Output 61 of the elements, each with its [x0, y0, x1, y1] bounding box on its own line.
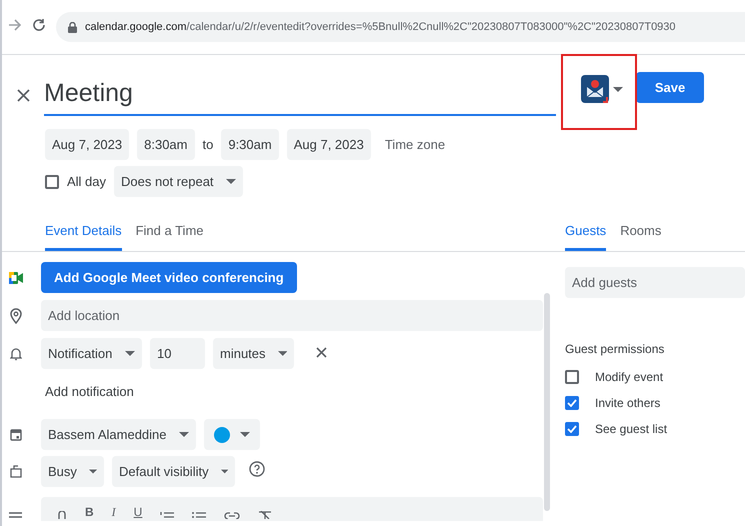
- notification-unit-dropdown[interactable]: minutes: [213, 338, 294, 369]
- tab[interactable]: Find a Time: [136, 213, 204, 251]
- briefcase-icon: [10, 465, 22, 478]
- checkbox[interactable]: [565, 370, 579, 384]
- caret-icon: [226, 179, 236, 184]
- bell-icon: [10, 346, 22, 360]
- checkbox[interactable]: [45, 174, 59, 188]
- save-button[interactable]: Save: [636, 72, 704, 103]
- all-day-label: All day: [67, 174, 106, 189]
- notification-type-dropdown[interactable]: Notification: [41, 338, 142, 369]
- envelope-icon: [581, 75, 609, 103]
- numbered-list-icon[interactable]: [160, 511, 174, 519]
- calendar-icon: [10, 428, 22, 441]
- caret-icon: [240, 432, 250, 437]
- caret-icon: [125, 351, 135, 356]
- underline-icon[interactable]: U: [134, 506, 142, 519]
- end-date-field[interactable]: Aug 7, 2023: [286, 129, 371, 160]
- calendar-owner-dropdown[interactable]: Bassem Alameddine: [41, 419, 196, 450]
- availability-dropdown[interactable]: Busy: [41, 456, 104, 487]
- location-pin-icon: [10, 308, 22, 324]
- scrollbar[interactable]: [544, 293, 550, 511]
- bold-icon[interactable]: B: [85, 506, 94, 519]
- tab[interactable]: Rooms: [620, 213, 662, 251]
- url-text: calendar.google.com/calendar/u/2/r/eventedit?overrides=%5Bnull%2Cnull%2C"20230807T083000"%2C"20230807T0930: [85, 21, 676, 33]
- permission-label: Invite others: [595, 396, 660, 410]
- title-field[interactable]: Meeting: [44, 74, 556, 116]
- clear-format-icon[interactable]: [258, 511, 272, 519]
- caret-icon: [220, 469, 228, 474]
- end-time-field[interactable]: 9:30am: [221, 129, 279, 160]
- lock-icon: [68, 22, 77, 32]
- tab[interactable]: Guests: [565, 213, 606, 251]
- time-zone-link[interactable]: Time zone: [384, 137, 446, 152]
- addon-button[interactable]: [581, 75, 623, 103]
- start-time-field[interactable]: 8:30am: [137, 129, 194, 160]
- repeat-dropdown[interactable]: Does not repeat: [114, 166, 243, 197]
- caret-icon: [88, 469, 97, 474]
- bulleted-list-icon[interactable]: [192, 511, 206, 519]
- notification-amount-field[interactable]: 10: [150, 338, 205, 369]
- to-label: to: [202, 137, 214, 152]
- permission-label: See guest list: [595, 422, 668, 436]
- video-camera-icon: [8, 272, 22, 284]
- location-field[interactable]: Add location: [41, 300, 543, 331]
- caret-icon: [178, 432, 189, 437]
- checkbox[interactable]: [565, 422, 579, 436]
- add-meet-button[interactable]: Add Google Meet video conferencing: [41, 262, 297, 293]
- link-icon[interactable]: [224, 512, 240, 519]
- guest-permissions-heading: Guest permissions: [565, 342, 666, 356]
- italic-icon[interactable]: I: [112, 506, 116, 519]
- permission-label: Modify event: [595, 370, 664, 384]
- caret-icon: [278, 351, 287, 356]
- checkbox[interactable]: [565, 396, 579, 410]
- caret-icon: [613, 86, 623, 92]
- start-date-field[interactable]: Aug 7, 2023: [45, 129, 130, 160]
- visibility-dropdown[interactable]: Default visibility: [112, 456, 235, 487]
- add-notification-link[interactable]: Add notification: [45, 384, 134, 399]
- add-guests-field[interactable]: Add guests: [565, 267, 745, 298]
- description-icon: [9, 512, 22, 518]
- tab[interactable]: Event Details: [45, 213, 122, 251]
- event-color-dropdown[interactable]: [204, 419, 260, 450]
- attachment-icon[interactable]: [57, 511, 67, 519]
- address-bar[interactable]: calendar.google.com/calendar/u/2/r/eventedit?overrides=%5Bnull%2Cnull%2C"20230807T083000"%2C"20230807T0930: [56, 12, 745, 42]
